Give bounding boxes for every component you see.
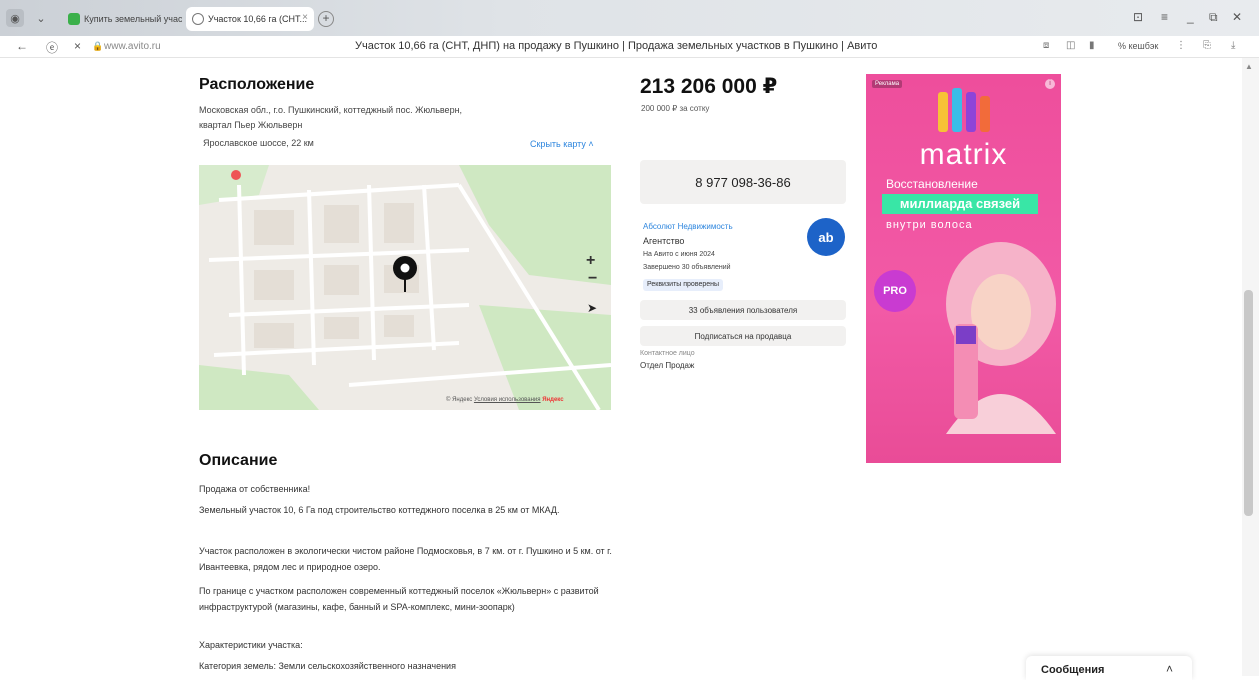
matrix-logo-icon [938,88,990,132]
zoom-in-button[interactable]: + [586,252,595,270]
ad-pro-badge: PRO [874,270,916,312]
back-icon[interactable]: ← [16,39,28,53]
tab-close-icon[interactable]: × [302,12,308,23]
download-icon[interactable]: ⤓ [1231,40,1235,51]
close-window-icon[interactable]: ✕ [1232,10,1242,24]
bookmark-icon[interactable]: ▮ [1089,40,1095,51]
tab-title: Участок 10,66 га (СНТ... [208,14,307,24]
seller-since: На Авито с июня 2024 [643,251,715,258]
zoom-out-button[interactable]: − [588,270,597,288]
subscribe-button[interactable]: Подписаться на продавца [640,326,846,346]
bookmarks-icon[interactable]: ⊡ [1133,10,1143,24]
ad-brand: matrix [919,138,1008,171]
seller-type: Агентство [643,236,685,246]
reader-icon[interactable]: ⧈ [1043,40,1049,51]
map[interactable] [199,165,611,410]
geolocation-icon[interactable]: ➤ [587,301,597,315]
ad-info-icon[interactable]: i [1045,79,1055,89]
messages-widget[interactable]: Сообщения ˄ [1026,656,1192,680]
description-paragraph: Продажа от собственника! [199,484,311,494]
new-tab-button[interactable]: + [318,11,334,27]
tab-land-search[interactable]: Купить земельный участ... [62,7,182,31]
page-title: Участок 10,66 га (СНТ, ДНП) на продажу в… [355,40,878,52]
description-heading: Описание [199,452,278,469]
price: 213 206 000 ₽ [640,75,778,98]
description-paragraph: По границе с участком расположен совреме… [199,586,599,612]
location-heading: Расположение [199,76,315,93]
seller-completed: Завершено 30 объявлений [643,264,731,271]
tab-current-listing[interactable]: Участок 10,66 га (СНТ... × [186,7,314,31]
seller-ads-button[interactable]: 33 объявления пользователя [640,300,846,320]
loading-icon [192,13,204,25]
share-icon[interactable]: ⎘ [1203,40,1211,51]
verified-badge: Реквизиты проверены [643,279,724,291]
messages-label: Сообщения [1041,664,1105,676]
browser-tab-bar: ◉ ⌄ Купить земельный участ... Участок 10… [0,0,1259,36]
menu-icon[interactable]: ≡ [1161,10,1168,24]
lock-icon: 🔒 [92,41,104,51]
extension-icon[interactable]: ◫ [1066,40,1075,51]
location-pin-icon [393,256,417,292]
avito-favicon [68,13,80,25]
ad-label: Реклама [872,80,903,88]
map-copyright: © Яндекс [446,397,473,403]
scroll-up-arrow-icon[interactable]: ▲ [1245,62,1253,71]
description-paragraph: Характеристики участка: [199,640,303,650]
tab-title: Купить земельный участ... [84,14,182,24]
tabs-dropdown-icon[interactable]: ⌄ [32,9,50,27]
seller-avatar[interactable]: ab [807,218,845,256]
ad-subline: внутри волоса [886,219,973,231]
price-per-sotka: 200 000 ₽ за сотку [641,104,710,113]
ad-model-image [946,242,1056,434]
description-paragraph: Участок расположен в экологически чистом… [199,546,612,572]
scrollbar-thumb[interactable] [1244,290,1253,516]
hide-map-link[interactable]: Скрыть карту ˄ [530,139,594,149]
description-paragraph: Категория земель: Земли сельскохозяйстве… [199,661,456,671]
address-line: квартал Пьер Жюльверн [199,120,303,130]
phone-button[interactable]: 8 977 098-36-86 [640,160,846,204]
address-bar: ← ⓔ × 🔒 www.avito.ru Участок 10,66 га (С… [0,36,1259,58]
map-terms-link[interactable]: Условия использования [474,397,541,403]
map-attribution: © Яндекс Условия использования Яндекс [446,397,564,403]
ad-highlight: миллиарда связей [882,194,1038,214]
advertisement-banner[interactable]: Реклама i matrix Восстановление миллиард… [866,74,1061,463]
restore-icon[interactable]: ⧉ [1209,10,1218,25]
chevron-up-icon[interactable]: ˄ [1166,662,1173,676]
contact-label: Контактное лицо [640,350,695,357]
seller-name-link[interactable]: Абсолют Недвижимость [643,222,733,231]
highway-distance: Ярославское шоссе, 22 км [203,138,314,148]
address: Московская обл., г.о. Пушкинский, коттед… [199,103,539,133]
description-paragraph: Земельный участок 10, 6 Га под строитель… [199,505,560,515]
yandex-logo[interactable]: Яндекс [542,397,563,403]
stop-icon[interactable]: × [74,39,81,53]
cashback-button[interactable]: % кешбэк [1118,41,1158,51]
contact-value: Отдел Продаж [640,361,695,370]
ad-headline: Восстановление [886,177,978,191]
minimize-icon[interactable]: _ [1187,10,1194,24]
url-field[interactable]: www.avito.ru [104,41,161,52]
protect-icon[interactable]: ⓔ [46,39,58,56]
more-icon[interactable]: ⋮ [1176,40,1186,51]
browser-menu-icon[interactable]: ◉ [6,9,24,27]
address-line: Московская обл., г.о. Пушкинский, коттед… [199,105,463,115]
